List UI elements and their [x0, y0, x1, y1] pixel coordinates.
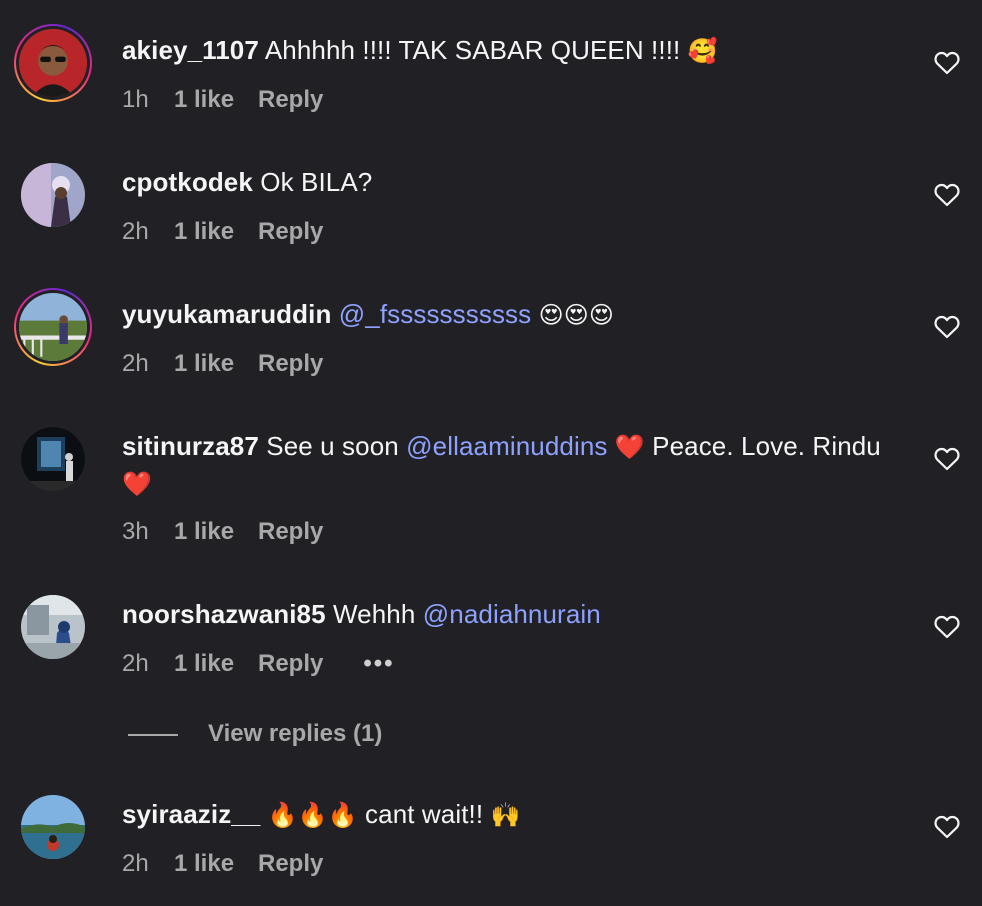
comment-username[interactable]: noorshazwani85 [122, 599, 326, 629]
mention-link[interactable]: @nadiahnurain [423, 599, 601, 629]
mention-link[interactable]: @_fsssssssssss [339, 299, 531, 329]
avatar[interactable] [19, 293, 87, 361]
like-heart-icon[interactable] [934, 815, 960, 839]
avatar-container[interactable] [14, 588, 92, 666]
like-heart-icon[interactable] [934, 615, 960, 639]
comment-body: See u soon [266, 431, 399, 461]
avatar[interactable] [19, 29, 87, 97]
more-options-icon[interactable]: ••• [363, 649, 394, 679]
reply-button[interactable]: Reply [258, 217, 323, 247]
comment-body: cant wait!! [365, 799, 484, 829]
avatar-container[interactable] [14, 156, 92, 234]
avatar-story-ring[interactable] [14, 288, 92, 366]
comment-emoji: 😍😍😍 [538, 301, 614, 329]
comment-timestamp[interactable]: 2h [122, 217, 174, 247]
comment-timestamp[interactable]: 3h [122, 517, 174, 547]
reply-button[interactable]: Reply [258, 85, 323, 115]
comment-meta: 3h 1 like Reply [122, 517, 323, 547]
reply-button[interactable]: Reply [258, 517, 323, 547]
comment-text: yuyukamaruddin @_fsssssssssss 😍😍😍 [122, 296, 882, 333]
comment-username[interactable]: sitinurza87 [122, 431, 259, 461]
comment-like-count[interactable]: 1 like [174, 85, 258, 115]
reply-button[interactable]: Reply [258, 649, 323, 679]
reply-button[interactable]: Reply [258, 849, 323, 879]
comment-emoji: 🔥🔥🔥 [267, 801, 358, 829]
comment-text: akiey_1107 Ahhhhh !!!! TAK SABAR QUEEN !… [122, 32, 882, 69]
like-heart-icon[interactable] [934, 183, 960, 207]
like-heart-icon[interactable] [934, 315, 960, 339]
view-replies-button[interactable]: View replies (1) [128, 718, 382, 750]
comment-meta: 1h 1 like Reply [122, 85, 323, 115]
comment-emoji: ❤️ [122, 470, 152, 498]
comment-username[interactable]: yuyukamaruddin [122, 299, 331, 329]
comment-username[interactable]: akiey_1107 [122, 35, 259, 65]
comment-like-count[interactable]: 1 like [174, 217, 258, 247]
comment-body: Ahhhhh !!!! TAK SABAR QUEEN !!!! [264, 35, 681, 65]
like-heart-icon[interactable] [934, 447, 960, 471]
comment-timestamp[interactable]: 2h [122, 349, 174, 379]
comment-meta: 2h 1 like Reply [122, 349, 323, 379]
avatar[interactable] [21, 595, 85, 659]
reply-button[interactable]: Reply [258, 349, 323, 379]
comment-like-count[interactable]: 1 like [174, 349, 258, 379]
comment-body: Wehhh [333, 599, 416, 629]
comment-timestamp[interactable]: 2h [122, 649, 174, 679]
avatar-container[interactable] [14, 788, 92, 866]
avatar[interactable] [21, 795, 85, 859]
like-heart-icon[interactable] [934, 51, 960, 75]
comment-text: sitinurza87 See u soon @ellaaminuddins ❤… [122, 428, 882, 502]
view-replies-divider [128, 733, 178, 736]
comment-timestamp[interactable]: 1h [122, 85, 174, 115]
comment-like-count[interactable]: 1 like [174, 517, 258, 547]
comment-body-continued: Peace. Love. Rindu [652, 431, 881, 461]
avatar[interactable] [21, 163, 85, 227]
comment-text: noorshazwani85 Wehhh @nadiahnurain [122, 596, 882, 632]
avatar-container[interactable] [14, 420, 92, 498]
comment-like-count[interactable]: 1 like [174, 649, 258, 679]
comment-username[interactable]: cpotkodek [122, 167, 253, 197]
comment-emoji: 🥰 [687, 37, 718, 65]
avatar[interactable] [21, 427, 85, 491]
comment-emoji: ❤️ [614, 433, 645, 461]
comment-text: cpotkodek Ok BILA? [122, 164, 882, 200]
comment-emoji: 🙌 [490, 801, 521, 829]
comment-timestamp[interactable]: 2h [122, 849, 174, 879]
avatar-story-ring[interactable] [14, 24, 92, 102]
view-replies-label[interactable]: View replies (1) [208, 720, 382, 747]
comment-meta: 2h 1 like Reply [122, 849, 323, 879]
comment-meta: 2h 1 like Reply [122, 217, 323, 247]
comment-body: Ok BILA? [260, 167, 373, 197]
comment-meta: 2h 1 like Reply ••• [122, 649, 395, 679]
comment-username[interactable]: syiraaziz__ [122, 799, 260, 829]
comment-text: syiraaziz__ 🔥🔥🔥 cant wait!! 🙌 [122, 796, 882, 833]
comment-like-count[interactable]: 1 like [174, 849, 258, 879]
mention-link[interactable]: @ellaaminuddins [406, 431, 607, 461]
